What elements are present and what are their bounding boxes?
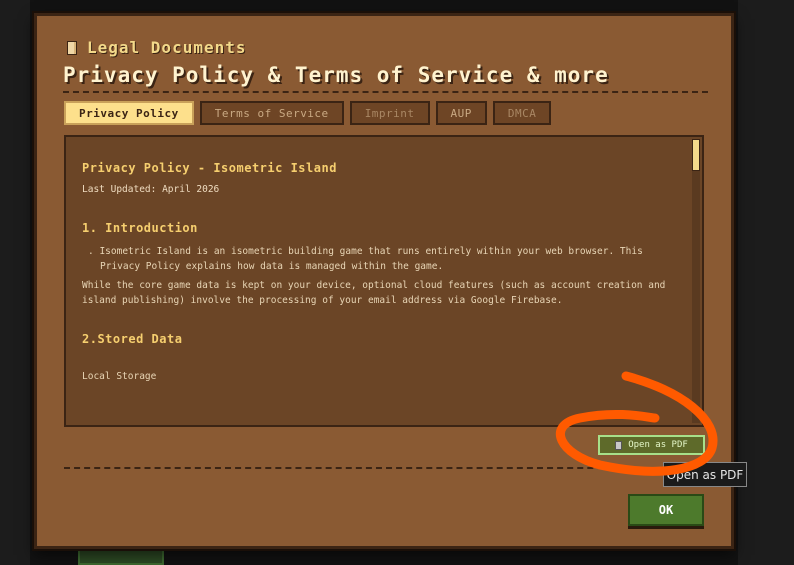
dialog-title: Privacy Policy & Terms of Service & more bbox=[63, 63, 708, 93]
scrollbar-track[interactable] bbox=[692, 139, 700, 423]
tab-privacy-policy[interactable]: Privacy Policy bbox=[64, 101, 194, 125]
scrollbar-thumb[interactable] bbox=[692, 139, 700, 171]
dialog-header-label: Legal Documents bbox=[87, 38, 247, 57]
tab-terms-of-service[interactable]: Terms of Service bbox=[199, 101, 344, 125]
section-heading: 1. Introduction bbox=[82, 221, 198, 235]
subsection-label: Local Storage bbox=[82, 371, 157, 382]
tab-imprint[interactable]: Imprint bbox=[349, 101, 430, 125]
tooltip: Open as PDF bbox=[663, 462, 747, 487]
document-title: Privacy Policy - Isometric Island bbox=[82, 161, 337, 175]
ok-button[interactable]: OK bbox=[628, 494, 704, 526]
paragraph-text: While the core game data is kept on your… bbox=[82, 280, 666, 306]
section-heading: 2.Stored Data bbox=[82, 332, 183, 346]
document-icon bbox=[67, 40, 77, 55]
document-content[interactable]: Privacy Policy - Isometric Island Last U… bbox=[64, 135, 704, 427]
background-button bbox=[78, 548, 164, 565]
tab-dmca[interactable]: DMCA bbox=[492, 101, 552, 125]
last-updated: Last Updated: April 2026 bbox=[82, 184, 220, 195]
tab-aup[interactable]: AUP bbox=[435, 101, 487, 125]
document-icon bbox=[615, 440, 623, 450]
open-pdf-button[interactable]: Open as PDF bbox=[598, 435, 705, 455]
divider bbox=[64, 467, 704, 469]
tab-bar: Privacy Policy Terms of Service Imprint … bbox=[64, 101, 552, 125]
dialog-header: Legal Documents bbox=[67, 38, 247, 57]
background-panel bbox=[0, 0, 30, 565]
open-pdf-label: Open as PDF bbox=[628, 440, 688, 450]
bullet-text: . Isometric Island is an isometric build… bbox=[88, 246, 643, 272]
legal-documents-dialog: Legal Documents Privacy Policy & Terms o… bbox=[34, 13, 734, 549]
